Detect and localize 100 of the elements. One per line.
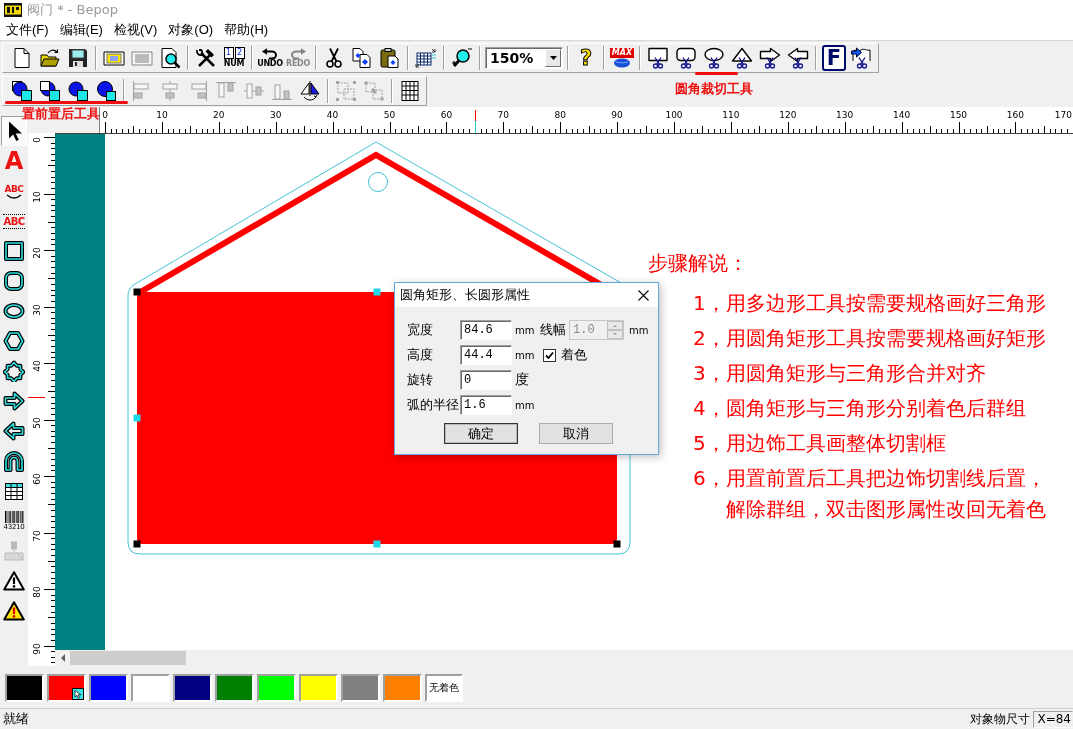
circle-square-icon (39, 79, 61, 102)
copy-icon (351, 46, 373, 69)
unit-label: mm (514, 399, 536, 411)
ruler-label: 90 (611, 110, 623, 120)
checkbox[interactable] (543, 348, 556, 362)
step-text: 6，用置前置后工具把边饰切割线后置，解除群组，双击图形属性改回无着色 (693, 465, 1047, 523)
menu-item[interactable]: 检视(V) (108, 21, 163, 39)
menu-item[interactable]: 帮助(H) (219, 21, 274, 39)
cursor-icon (72, 688, 84, 700)
ruler-label: 50 (383, 110, 396, 120)
ruler-label: 160 (1006, 110, 1024, 120)
ruler-label: 30 (32, 303, 42, 316)
color-swatch[interactable] (257, 674, 296, 702)
annotation-label: 置前置后工具 (22, 106, 100, 121)
square-icon (3, 240, 25, 262)
underline-mark (695, 72, 738, 75)
menu-item[interactable]: 文件(F) (1, 21, 54, 39)
ruler-label: 70 (32, 529, 42, 542)
menu-item[interactable]: 编辑(E) (54, 21, 108, 39)
color-swatch[interactable] (299, 674, 338, 702)
zoom-combo[interactable]: 150% (485, 46, 563, 69)
ruler-label: 140 (893, 110, 911, 120)
ruler-label: 20 (32, 247, 42, 259)
tools-icon (195, 46, 217, 69)
no-color-swatch[interactable]: 无着色 (425, 674, 463, 702)
spinner-icon (607, 321, 623, 339)
ruler-label: 130 (836, 110, 854, 120)
numbering-button[interactable]: 1 2 NUM (220, 44, 248, 71)
caret-down-icon (549, 55, 557, 60)
f-button[interactable]: F (820, 44, 848, 71)
ruler-label: 80 (554, 110, 566, 120)
number-field[interactable]: 84.6 (460, 320, 512, 340)
frame-text-tool-button[interactable]: ABC (1, 206, 27, 236)
color-swatch[interactable] (215, 674, 254, 702)
checkmark-icon (545, 350, 554, 360)
table-icon (399, 79, 421, 102)
unit-label: mm (514, 324, 536, 336)
arch-icon (3, 450, 25, 472)
arrow-scissors-icon (851, 46, 873, 69)
ruler-label: 60 (440, 110, 453, 120)
warning-icon (3, 570, 25, 592)
number-field[interactable]: 1.6 (460, 395, 512, 415)
ruler-label: 10 (32, 190, 42, 203)
ruler-label: 90 (32, 642, 42, 655)
dialog-button[interactable]: 确定 (444, 423, 518, 444)
ellipse-icon (3, 300, 25, 322)
max-button[interactable]: MAX (608, 44, 636, 71)
status-label: 对象物尺寸 (970, 710, 1031, 728)
color-swatch[interactable] (173, 674, 212, 702)
dialog-title: 圆角矩形、长圆形属性 (400, 286, 530, 304)
menu-item[interactable]: 对象(O) (163, 21, 219, 39)
right-arrow-scissors-icon (759, 46, 781, 69)
page-icon (11, 46, 33, 69)
annotation-label: 圆角裁切工具 (675, 81, 753, 96)
align-center-icon (159, 79, 181, 102)
selection-handle[interactable] (133, 288, 141, 296)
ruler-label: 170 (1054, 110, 1072, 120)
position-marker (475, 110, 476, 133)
zoom-icon (451, 46, 473, 69)
ruler-label: 50 (32, 416, 42, 429)
device-icon (3, 540, 25, 562)
color-swatch[interactable] (383, 674, 422, 702)
number-field[interactable]: 0 (460, 370, 512, 390)
oval-scissors-icon (703, 46, 725, 69)
selection-handle[interactable] (373, 288, 381, 296)
ruler-label: 10 (156, 110, 168, 120)
selection-handle[interactable] (613, 540, 621, 548)
caret-left-icon (60, 654, 65, 662)
color-swatch[interactable] (341, 674, 380, 702)
ruler-label: 100 (665, 110, 683, 120)
rounded-rect-scissors-icon (675, 46, 697, 69)
warning-icon (3, 600, 25, 622)
status-text: 就绪 (2, 710, 29, 728)
selection-handle[interactable] (133, 540, 141, 548)
field-label: 弧的半径 (407, 396, 460, 414)
number-field[interactable]: 44.4 (460, 345, 512, 365)
color-swatch[interactable] (5, 674, 44, 702)
dialog-button[interactable]: 取消 (539, 423, 613, 444)
text-tool-button[interactable]: A (1, 146, 27, 176)
ungroup-icon (363, 79, 385, 102)
color-swatch[interactable] (89, 674, 128, 702)
ruler-label: 70 (497, 110, 509, 120)
triangle-scissors-icon (731, 46, 753, 69)
ruler-label: 110 (722, 110, 740, 120)
undo-button[interactable]: UNDO (256, 44, 284, 71)
ruler-label: 20 (213, 110, 225, 120)
color-swatch[interactable] (47, 674, 86, 702)
arc-text-tool-button[interactable]: ABC (1, 176, 27, 206)
position-marker (28, 397, 45, 398)
ruler-label: 60 (32, 473, 42, 485)
color-swatch[interactable] (131, 674, 170, 702)
unit-label: mm (628, 324, 649, 336)
selection-handle[interactable] (133, 414, 141, 422)
field-label: 高度 (407, 346, 434, 364)
selection-handle[interactable] (373, 540, 381, 548)
scissors-icon (323, 46, 345, 69)
print-preview-icon (159, 46, 181, 69)
scrollbar-thumb[interactable] (70, 651, 186, 665)
dropdown-button[interactable] (545, 48, 561, 67)
field-label: 旋转 (407, 371, 434, 389)
